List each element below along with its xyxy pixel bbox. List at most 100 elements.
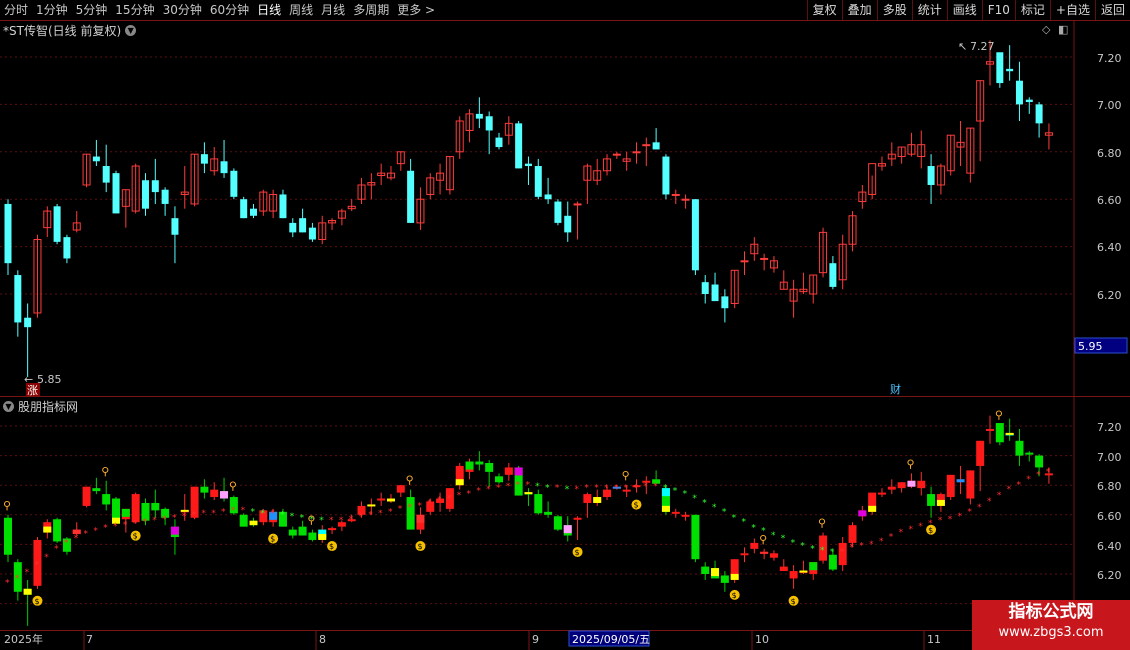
indicator-dot: * (987, 497, 992, 507)
candle-body (495, 137, 503, 148)
mark-button[interactable]: 标记 (1014, 0, 1050, 20)
sub-panel-header: ▼ 股朋指标网 (3, 398, 78, 415)
sub-candle-segment (956, 479, 965, 483)
sub-candle-segment (809, 562, 818, 571)
sub-candle-body (485, 463, 494, 472)
candle-body (829, 263, 837, 287)
indicator-dot: * (54, 544, 59, 554)
sub-candle-body (740, 553, 749, 556)
indicator-dot: * (437, 496, 442, 506)
candle-body (1006, 68, 1014, 72)
sub-candle-segment (524, 492, 533, 495)
candle-body (691, 199, 699, 271)
indicator-dot: * (810, 544, 815, 554)
period-60min[interactable]: 60分钟 (206, 0, 253, 20)
draw-line-button[interactable]: 画线 (946, 0, 982, 20)
sub-candle-body (239, 514, 248, 527)
sub-candle-segment (799, 570, 808, 573)
period-weekly[interactable]: 周线 (285, 0, 317, 20)
indicator-dot: * (251, 507, 256, 517)
candle-body (112, 173, 120, 214)
period-toolbar: 分时 1分钟 5分钟 15分钟 30分钟 60分钟 日线 周线 月线 多周期 更… (0, 0, 1130, 21)
adjust-button[interactable]: 复权 (806, 0, 842, 20)
sub-candle-body (976, 440, 985, 466)
sub-candle-segment (1005, 432, 1014, 435)
panel-tools: ◇ ◧ (1042, 23, 1068, 36)
date-label: 9 (532, 633, 539, 646)
panel-toggle-icon[interactable]: ◧ (1058, 23, 1068, 36)
candle-body (662, 156, 670, 195)
sub-candle-segment (514, 467, 523, 476)
back-button[interactable]: 返回 (1094, 0, 1130, 20)
period-15min[interactable]: 15分钟 (111, 0, 158, 20)
zhang-badge[interactable]: 涨 (27, 384, 38, 397)
indicator-dot: * (368, 510, 373, 520)
indicator-dot: * (123, 521, 128, 531)
period-monthly[interactable]: 月线 (317, 0, 349, 20)
indicator-dot: * (1036, 470, 1041, 480)
indicator-dot: * (997, 491, 1002, 501)
indicator-dot: * (791, 538, 796, 548)
diamond-icon[interactable]: ◇ (1042, 23, 1050, 36)
period-multi[interactable]: 多周期 (349, 0, 393, 20)
sub-candle-segment (367, 504, 376, 507)
sub-candle-segment (711, 568, 720, 577)
cai-badge[interactable]: 财 (890, 382, 901, 396)
main-panel-title: *ST传智(日线 前复权) (3, 24, 122, 38)
sub-candle-body (877, 492, 886, 495)
indicator-dot: * (133, 519, 138, 529)
sub-axis-tick: 6.80 (1097, 480, 1122, 493)
sub-candle-body (720, 575, 729, 583)
indicator-dot: * (64, 538, 69, 548)
sub-candle-body (1035, 455, 1044, 468)
indicator-dot: * (702, 498, 707, 508)
indicator-dot: * (15, 574, 20, 584)
overlay-button[interactable]: 叠加 (841, 0, 877, 20)
indicator-dot: * (496, 484, 501, 494)
chevron-down-icon[interactable]: ▼ (125, 25, 137, 36)
sub-axis-tick: 7.00 (1097, 451, 1122, 464)
sub-candle-segment (170, 526, 179, 535)
candle-body (1015, 80, 1023, 105)
indicator-dot: * (25, 568, 30, 578)
sub-candle-body (1015, 440, 1024, 456)
indicator-dot: * (84, 530, 89, 540)
sub-candle-body (328, 528, 337, 531)
kline-chart[interactable]: * * * * * * * * * * * * * * * * * * * * * * * * * * * * * * * * * * * * * * * *… (0, 0, 1130, 650)
period-more[interactable]: 更多 > (393, 0, 439, 20)
multi-stock-button[interactable]: 多股 (876, 0, 912, 20)
main-candles (4, 40, 1053, 377)
period-fenshi[interactable]: 分时 (0, 0, 32, 20)
sub-candle-segment (760, 551, 769, 554)
date-label: 7 (86, 633, 93, 646)
period-5min[interactable]: 5分钟 (72, 0, 112, 20)
sub-candle-body (1025, 452, 1034, 455)
indicator-dot: * (44, 553, 49, 563)
watermark-title: 指标公式网 (1008, 602, 1094, 622)
indicator-dot: * (1026, 475, 1031, 485)
watermark-url: www.zbgs3.com (998, 625, 1104, 640)
add-watchlist-button[interactable]: +自选 (1049, 0, 1095, 20)
walker-icon: ⚲ (759, 533, 767, 546)
sub-candle-body (887, 486, 896, 490)
indicator-dot: * (280, 510, 285, 520)
candle-body (279, 194, 287, 219)
period-1min[interactable]: 1分钟 (32, 0, 72, 20)
candle-body (92, 156, 100, 162)
stats-button[interactable]: 统计 (911, 0, 947, 20)
sub-candle-body (966, 470, 975, 499)
indicator-dot: * (771, 531, 776, 541)
date-label: 11 (927, 633, 941, 646)
candle-body (407, 170, 415, 223)
sub-candle-body (495, 476, 503, 483)
indicator-dot: * (692, 494, 697, 504)
candle-body (681, 198, 690, 201)
chevron-down-icon[interactable]: ▼ (3, 401, 14, 412)
f10-button[interactable]: F10 (981, 0, 1015, 20)
period-daily[interactable]: 日线 (253, 0, 285, 20)
sub-panel-title: 股朋指标网 (18, 400, 79, 414)
period-30min[interactable]: 30分钟 (159, 0, 206, 20)
sub-candle-body (131, 494, 140, 523)
indicator-dot: * (231, 506, 236, 516)
candle-body (151, 180, 159, 193)
